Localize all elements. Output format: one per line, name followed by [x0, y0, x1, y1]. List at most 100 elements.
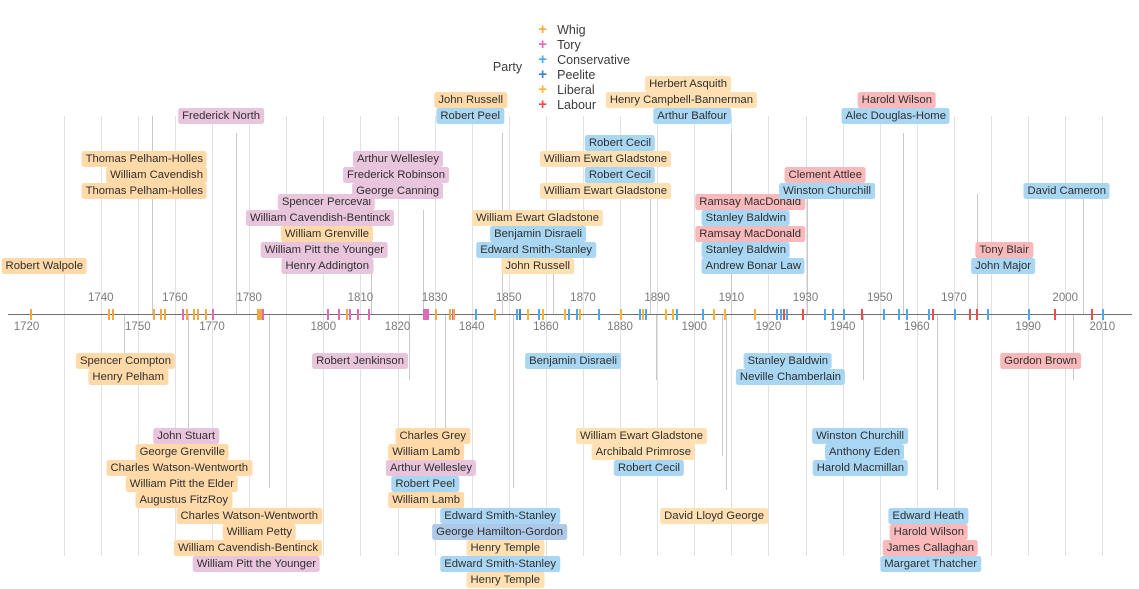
pm-name-label[interactable]: William Ewart Gladstone [471, 210, 603, 226]
pm-name-label[interactable]: John Russell [434, 92, 507, 108]
axis-tick-conservative [898, 309, 901, 320]
pm-name-label[interactable]: Henry Temple [466, 540, 544, 556]
axis-tick-conservative [1028, 309, 1031, 320]
pm-name-label[interactable]: Henry Temple [466, 572, 544, 588]
pm-name-label[interactable]: David Cameron [1023, 183, 1110, 199]
gridline [545, 116, 547, 556]
pm-name-label[interactable]: Gordon Brown [1000, 353, 1081, 369]
axis-tick-conservative [987, 309, 990, 320]
axis-tick-conservative [516, 309, 519, 320]
pm-name-label[interactable]: Charles Grey [395, 428, 470, 444]
pm-name-label[interactable]: David Lloyd George [660, 508, 768, 524]
axis-tick-liberal [542, 309, 545, 320]
legend-label: Peelite [557, 67, 596, 82]
pm-name-label[interactable]: John Stuart [153, 428, 219, 444]
pm-name-label[interactable]: William Ewart Gladstone [539, 151, 671, 167]
pm-name-label[interactable]: William Pitt the Elder [125, 476, 238, 492]
axis-tick-whig [108, 309, 111, 320]
pm-name-label[interactable]: Arthur Balfour [653, 108, 731, 124]
legend-label: Liberal [557, 82, 595, 97]
legend-item-conservative[interactable]: + Conservative [536, 52, 646, 67]
pm-name-label[interactable]: Archibald Primrose [591, 444, 695, 460]
pm-name-label[interactable]: John Russell [501, 258, 574, 274]
pm-name-label[interactable]: Robert Cecil [584, 167, 655, 183]
axis-tick-conservative [779, 309, 782, 320]
pm-name-label[interactable]: Robert Cecil [584, 135, 655, 151]
pm-name-label[interactable]: Edward Smith-Stanley [440, 508, 560, 524]
pm-name-label[interactable]: Stanley Baldwin [701, 242, 790, 258]
pm-name-label[interactable]: Winston Churchill [812, 428, 908, 444]
axis-tick-label: 1960 [904, 321, 930, 333]
legend-item-peelite[interactable]: + Peelite [536, 67, 646, 82]
pm-name-label[interactable]: Anthony Eden [825, 444, 904, 460]
leader-line [1083, 194, 1084, 314]
pm-name-label[interactable]: Alec Douglas-Home [841, 108, 950, 124]
pm-name-label[interactable]: Clement Attlee [784, 167, 866, 183]
pm-name-label[interactable]: Harold Wilson [889, 524, 968, 540]
pm-name-label[interactable]: Spencer Compton [75, 353, 175, 369]
axis-tick-whig [186, 309, 189, 320]
pm-name-label[interactable]: Stanley Baldwin [743, 353, 832, 369]
pm-name-label[interactable]: William Cavendish [106, 167, 207, 183]
pm-name-label[interactable]: Tony Blair [975, 242, 1033, 258]
pm-name-label[interactable]: Frederick North [178, 108, 264, 124]
pm-name-label[interactable]: John Major [971, 258, 1035, 274]
pm-name-label[interactable]: William Pitt the Younger [260, 242, 388, 258]
legend-item-whig[interactable]: + Whig [536, 22, 646, 37]
pm-name-label[interactable]: William Cavendish-Bentinck [245, 210, 394, 226]
pm-name-label[interactable]: Edward Smith-Stanley [440, 556, 560, 572]
axis-tick-label: 1810 [347, 292, 374, 304]
pm-name-label[interactable]: George Hamilton-Gordon [432, 524, 567, 540]
pm-name-label[interactable]: William Grenville [280, 226, 373, 242]
pm-name-label[interactable]: Robert Jenkinson [312, 353, 408, 369]
pm-name-label[interactable]: William Ewart Gladstone [575, 428, 707, 444]
leader-line [152, 116, 153, 314]
pm-name-label[interactable]: Robert Peel [436, 108, 504, 124]
pm-name-label[interactable]: Thomas Pelham-Holles [81, 151, 207, 167]
pm-name-label[interactable]: Henry Pelham [88, 369, 168, 385]
pm-name-label[interactable]: Augustus FitzRoy [135, 492, 232, 508]
pm-name-label[interactable]: Robert Peel [391, 476, 459, 492]
axis-tick-label: 1940 [829, 321, 856, 333]
pm-name-label[interactable]: James Callaghan [882, 540, 978, 556]
pm-name-label[interactable]: William Cavendish-Bentinck [173, 540, 322, 556]
pm-name-label[interactable]: Herbert Asquith [645, 76, 731, 92]
pm-name-label[interactable]: Arthur Wellesley [352, 151, 443, 167]
pm-name-label[interactable]: William Petty [222, 524, 296, 540]
pm-name-label[interactable]: Andrew Bonar Law [701, 258, 805, 274]
pm-name-label[interactable]: William Ewart Gladstone [539, 183, 671, 199]
gridline [657, 116, 659, 556]
pm-name-label[interactable]: Benjamin Disraeli [525, 353, 621, 369]
pm-name-label[interactable]: Robert Walpole [1, 258, 87, 274]
pm-name-label[interactable]: George Canning [352, 183, 443, 199]
pm-name-label[interactable]: Harold Macmillan [812, 460, 908, 476]
pm-name-label[interactable]: Charles Watson-Wentworth [106, 460, 252, 476]
axis-tick-label: 1840 [458, 321, 485, 333]
gridline [1102, 116, 1104, 556]
pm-name-label[interactable]: Edward Smith-Stanley [476, 242, 596, 258]
pm-name-label[interactable]: Neville Chamberlain [735, 369, 845, 385]
pm-name-label[interactable]: Harold Wilson [857, 92, 936, 108]
pm-name-label[interactable]: Edward Heath [888, 508, 968, 524]
axis-tick-conservative [575, 309, 578, 320]
axis-tick-liberal [712, 309, 715, 320]
pm-name-label[interactable]: Henry Campbell-Bannerman [605, 92, 757, 108]
pm-name-label[interactable]: Benjamin Disraeli [490, 226, 586, 242]
pm-name-label[interactable]: William Pitt the Younger [192, 556, 320, 572]
pm-name-label[interactable]: Winston Churchill [779, 183, 875, 199]
pm-name-label[interactable]: Ramsay MacDonald [695, 226, 805, 242]
axis-tick-tory [327, 309, 330, 320]
pm-name-label[interactable]: Thomas Pelham-Holles [81, 183, 207, 199]
pm-name-label[interactable]: Robert Cecil [613, 460, 684, 476]
pm-name-label[interactable]: Margaret Thatcher [880, 556, 981, 572]
pm-name-label[interactable]: Charles Watson-Wentworth [176, 508, 322, 524]
legend-item-tory[interactable]: + Tory [536, 37, 646, 52]
pm-name-label[interactable]: William Lamb [388, 444, 464, 460]
pm-name-label[interactable]: William Lamb [388, 492, 464, 508]
axis-tick-whig [163, 309, 166, 320]
pm-name-label[interactable]: Henry Addington [281, 258, 373, 274]
pm-name-label[interactable]: Stanley Baldwin [701, 210, 790, 226]
pm-name-label[interactable]: Arthur Wellesley [385, 460, 476, 476]
pm-name-label[interactable]: Frederick Robinson [343, 167, 449, 183]
pm-name-label[interactable]: George Grenville [135, 444, 229, 460]
